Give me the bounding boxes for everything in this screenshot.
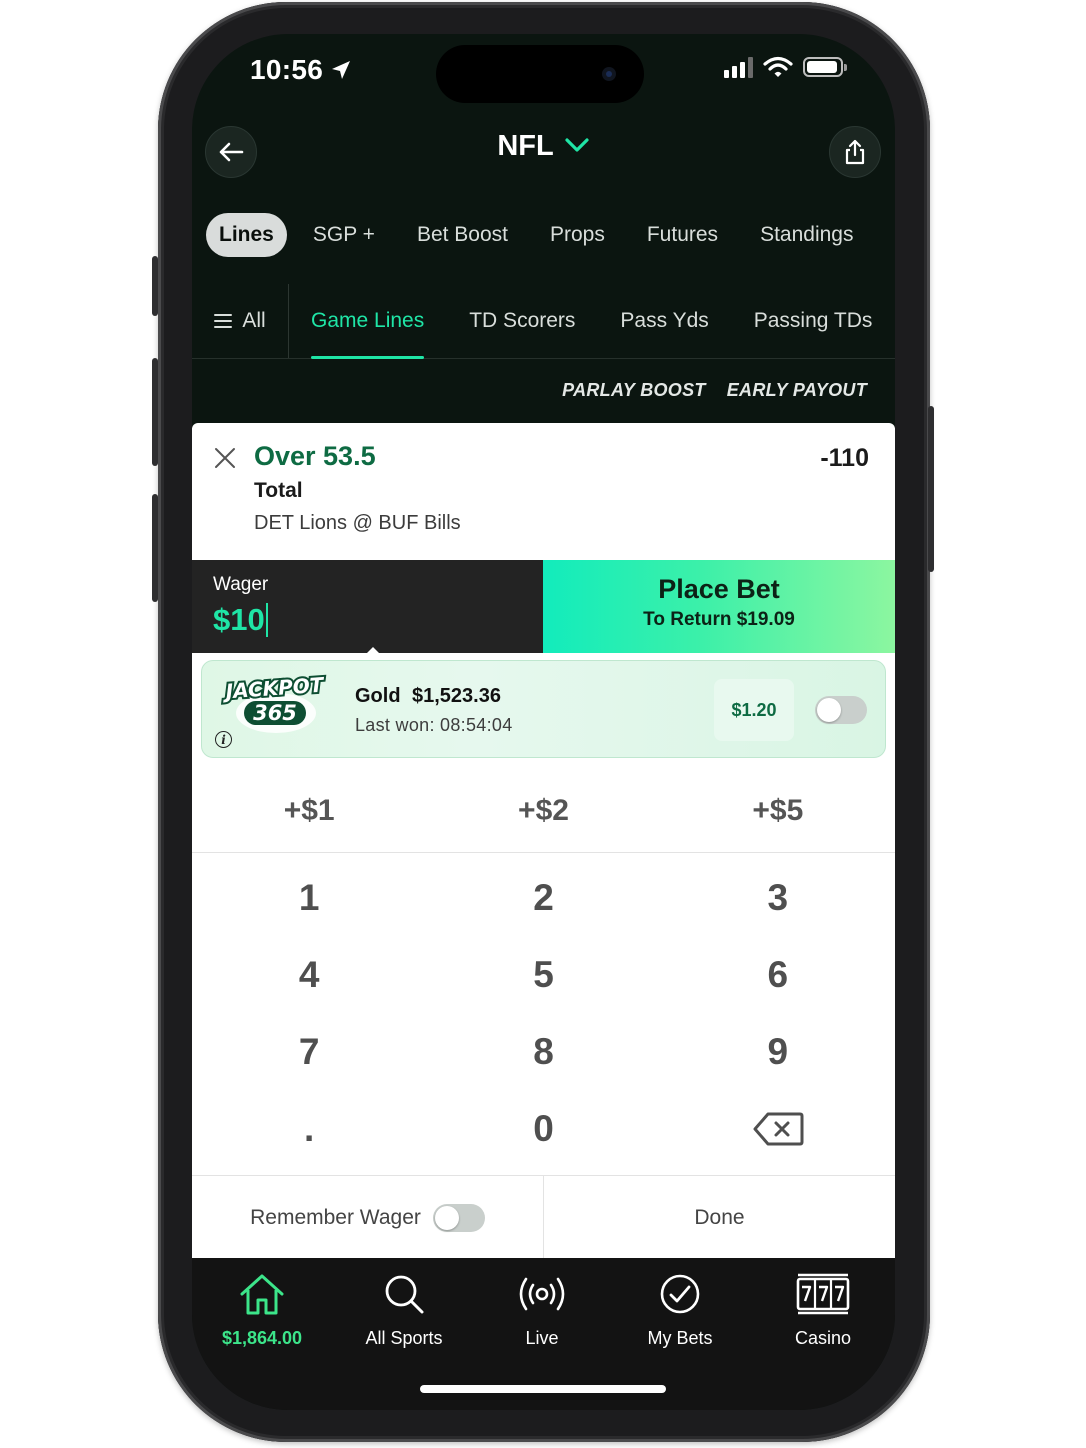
keypad-actions: Remember Wager Done — [192, 1175, 895, 1259]
parlay-boost-label: PARLAY BOOST — [562, 380, 706, 400]
key-4[interactable]: 4 — [192, 936, 426, 1013]
balance-label: $1,864.00 — [221, 1328, 303, 1348]
promo-labels: PARLAY BOOST EARLY PAYOUT — [562, 380, 867, 401]
tab-standings[interactable]: Standings — [739, 213, 874, 257]
key-5[interactable]: 5 — [426, 936, 660, 1013]
tab-lines[interactable]: Lines — [206, 213, 287, 257]
power-button — [928, 406, 934, 572]
text-cursor — [265, 602, 268, 637]
all-markets-label: All — [242, 309, 266, 332]
my-bets-label: My Bets — [647, 1328, 713, 1348]
early-payout-label: EARLY PAYOUT — [726, 380, 867, 400]
tab-sgp[interactable]: SGP + — [292, 213, 396, 257]
jackpot-logo-text: JACKPOT — [221, 673, 326, 704]
betslip-card: Over 53.5 -110 Total DET Lions @ BUF Bil… — [192, 423, 895, 560]
share-button[interactable] — [829, 126, 881, 178]
live-broadcast-icon — [519, 1277, 565, 1311]
key-2[interactable]: 2 — [426, 859, 660, 936]
jackpot-last-won: Last won: 08:54:04 — [355, 715, 513, 735]
key-9[interactable]: 9 — [661, 1013, 895, 1090]
top-tabs: Lines SGP + Bet Boost Props Futures Stan… — [206, 213, 895, 257]
home-indicator[interactable] — [420, 1385, 666, 1393]
battery-icon — [803, 57, 847, 77]
info-icon[interactable]: i — [215, 731, 232, 748]
done-button[interactable]: Done — [544, 1176, 895, 1259]
tab-casino[interactable]: Casino — [753, 1270, 893, 1349]
remember-wager-row: Remember Wager — [192, 1176, 544, 1259]
backspace-key[interactable] — [661, 1090, 895, 1167]
quick-add-1-button[interactable]: +$1 — [192, 770, 426, 852]
quick-add-row: +$1 +$2 +$5 — [192, 770, 895, 853]
sport-selector[interactable]: NFL — [192, 130, 895, 163]
wager-label: Wager — [213, 574, 269, 595]
jackpot-365-logo: JACKPOT 365 — [219, 673, 327, 733]
wifi-icon — [763, 56, 793, 77]
tab-bet-boost[interactable]: Bet Boost — [396, 213, 529, 257]
key-7[interactable]: 7 — [192, 1013, 426, 1090]
all-markets-button[interactable]: All — [192, 284, 289, 358]
remember-wager-label: Remember Wager — [250, 1205, 421, 1229]
jackpot-price: $1.20 — [714, 679, 794, 741]
bet-market: Total — [254, 479, 303, 502]
quick-add-2-button[interactable]: +$2 — [426, 770, 660, 852]
check-circle-icon — [660, 1274, 700, 1314]
status-icons — [724, 56, 847, 78]
close-icon[interactable] — [214, 447, 236, 469]
share-icon — [845, 139, 865, 165]
place-bet-button[interactable]: Place Bet To Return $19.09 — [543, 560, 895, 653]
to-return-label: To Return $19.09 — [643, 609, 795, 630]
tab-props[interactable]: Props — [529, 213, 626, 257]
key-3[interactable]: 3 — [661, 859, 895, 936]
menu-icon — [214, 314, 233, 328]
tab-passing-tds[interactable]: Passing TDs — [754, 284, 873, 358]
bet-event: DET Lions @ BUF Bills — [254, 512, 461, 534]
bet-odds: -110 — [820, 444, 869, 472]
volume-up-button — [152, 358, 158, 466]
tab-all-sports[interactable]: All Sports — [334, 1270, 474, 1349]
chevron-down-icon — [565, 138, 589, 152]
remember-wager-toggle[interactable] — [432, 1203, 485, 1232]
key-decimal[interactable]: . — [192, 1090, 426, 1167]
wager-input[interactable]: Wager $10 — [192, 560, 543, 654]
screen: 10:56 NFL Lines SGP + Bet Boost Props Fu… — [192, 34, 895, 1410]
volume-down-button — [152, 494, 158, 602]
slot-machine-icon — [796, 1273, 850, 1315]
live-label: Live — [525, 1328, 559, 1348]
tab-home[interactable]: $1,864.00 — [192, 1270, 332, 1349]
bet-selection: Over 53.5 — [254, 441, 376, 471]
quick-add-5-button[interactable]: +$5 — [661, 770, 895, 852]
tab-game-lines[interactable]: Game Lines — [311, 284, 425, 359]
search-icon — [385, 1275, 424, 1314]
backspace-icon — [753, 1112, 804, 1145]
jackpot-tier: Gold — [355, 685, 401, 707]
numeric-keypad: 1 2 3 4 5 6 7 8 9 . 0 — [192, 859, 895, 1167]
jackpot-toggle[interactable] — [815, 696, 867, 724]
key-6[interactable]: 6 — [661, 936, 895, 1013]
tab-td-scorers[interactable]: TD Scorers — [469, 284, 575, 358]
wager-amount: $10 — [213, 602, 265, 637]
tab-futures[interactable]: Futures — [626, 213, 739, 257]
location-arrow-icon — [332, 61, 350, 79]
jackpot-logo-number: 365 — [253, 701, 297, 725]
cellular-signal-icon — [724, 56, 753, 78]
tab-pass-yds[interactable]: Pass Yds — [620, 284, 708, 358]
page-title: NFL — [497, 130, 554, 162]
key-8[interactable]: 8 — [426, 1013, 660, 1090]
jackpot-banner: JACKPOT 365 i Gold $1,523.36 Last won: 0… — [201, 660, 886, 758]
tab-live[interactable]: Live — [472, 1270, 612, 1349]
tab-my-bets[interactable]: My Bets — [610, 1270, 750, 1349]
dynamic-island — [436, 45, 644, 103]
jackpot-amount: $1,523.36 — [412, 685, 501, 707]
status-time: 10:56 — [250, 54, 324, 85]
key-1[interactable]: 1 — [192, 859, 426, 936]
home-icon — [240, 1274, 284, 1315]
all-sports-label: All Sports — [365, 1328, 443, 1348]
key-0[interactable]: 0 — [426, 1090, 660, 1167]
casino-label: Casino — [794, 1328, 852, 1348]
action-button — [152, 256, 158, 316]
market-tabs: All Game Lines TD Scorers Pass Yds Passi… — [192, 284, 895, 359]
place-bet-label: Place Bet — [658, 574, 780, 604]
